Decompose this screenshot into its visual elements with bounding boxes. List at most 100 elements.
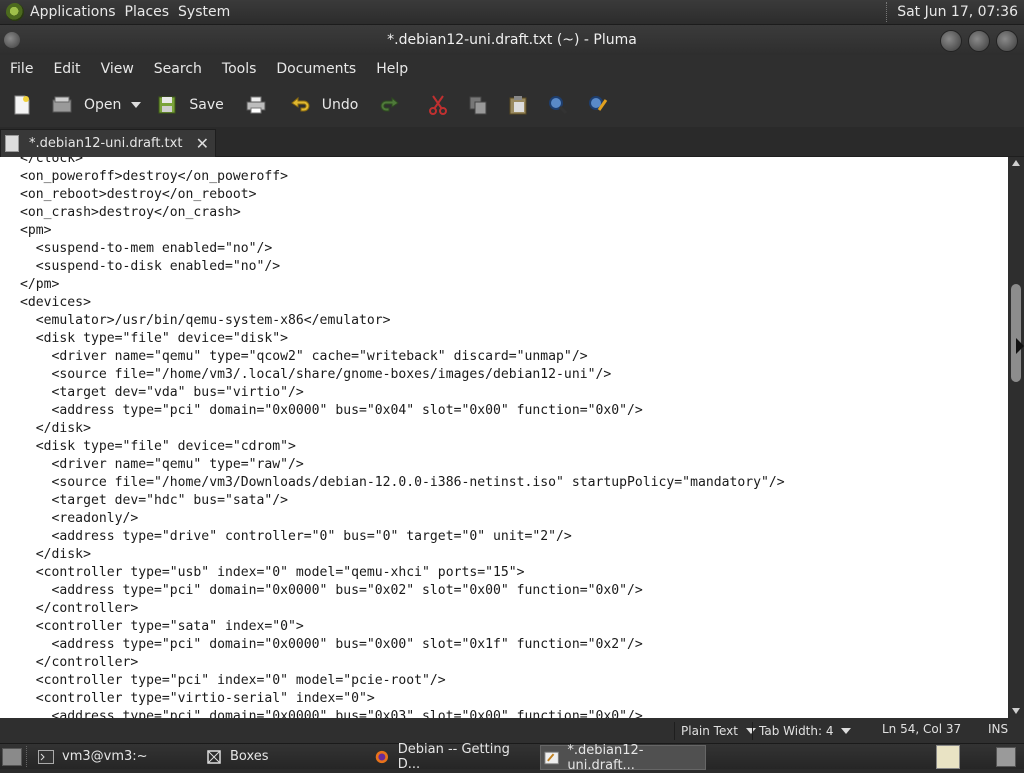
code-line[interactable]: <devices> (20, 294, 785, 312)
code-line[interactable]: <suspend-to-disk enabled="no"/> (20, 258, 785, 276)
menu-search[interactable]: Search (144, 61, 212, 77)
copy-icon (466, 93, 490, 117)
tab-width-dropdown[interactable]: Tab Width: 4 (752, 722, 852, 740)
menu-help[interactable]: Help (366, 61, 418, 77)
code-line[interactable]: <controller type="sata" index="0"> (20, 618, 785, 636)
undo-button[interactable]: Undo (282, 87, 365, 123)
tab-debian12-uni-draft[interactable]: *.debian12-uni.draft.txt ✕ (0, 129, 216, 157)
task-label: Debian -- Getting D... (397, 741, 510, 772)
close-button[interactable] (996, 30, 1018, 52)
code-line[interactable]: <on_poweroff>destroy</on_poweroff> (20, 168, 785, 186)
firefox-icon (375, 750, 388, 763)
pluma-icon (544, 751, 559, 764)
code-line[interactable]: </disk> (20, 420, 785, 438)
code-line[interactable]: <pm> (20, 222, 785, 240)
find-button[interactable] (540, 87, 576, 123)
editor-text[interactable]: </clock> <on_poweroff>destroy</on_powerof… (20, 157, 785, 718)
code-line[interactable]: <disk type="file" device="disk"> (20, 330, 785, 348)
minimize-button[interactable] (940, 30, 962, 52)
workspace-switcher[interactable] (996, 747, 1016, 767)
code-line[interactable]: </disk> (20, 546, 785, 564)
redo-button[interactable] (372, 87, 408, 123)
code-line[interactable]: <driver name="qemu" type="qcow2" cache="… (20, 348, 785, 366)
code-line[interactable]: <address type="drive" controller="0" bus… (20, 528, 785, 546)
code-line[interactable]: <suspend-to-mem enabled="no"/> (20, 240, 785, 258)
places-menu[interactable]: Places (125, 4, 179, 20)
menu-documents[interactable]: Documents (266, 61, 366, 77)
code-line[interactable]: <address type="pci" domain="0x0000" bus=… (20, 708, 785, 718)
save-label: Save (189, 97, 224, 113)
code-line[interactable]: <controller type="pci" index="0" model="… (20, 672, 785, 690)
code-line[interactable]: <address type="pci" domain="0x0000" bus=… (20, 636, 785, 654)
insert-mode: INS (988, 722, 1008, 736)
window-controls (940, 30, 1018, 52)
task-label: *.debian12-uni.draft... (567, 742, 644, 773)
code-line[interactable]: <controller type="virtio-serial" index="… (20, 690, 785, 708)
save-button[interactable]: Save (149, 87, 229, 123)
system-menu[interactable]: System (178, 4, 239, 20)
code-line[interactable]: <driver name="qemu" type="raw"/> (20, 456, 785, 474)
mate-logo-icon[interactable] (6, 3, 24, 21)
code-line[interactable]: <source file="/home/vm3/Downloads/debian… (20, 474, 785, 492)
show-desktop-icon[interactable] (2, 748, 22, 766)
find-replace-icon (586, 93, 610, 117)
window-titlebar[interactable]: *.debian12-uni.draft.txt (~) - Pluma (0, 25, 1024, 55)
task-pluma[interactable]: *.debian12-uni.draft... (540, 742, 706, 773)
code-line[interactable]: <controller type="usb" index="0" model="… (20, 564, 785, 582)
code-line[interactable]: <source file="/home/vm3/.local/share/gno… (20, 366, 785, 384)
menu-file[interactable]: File (0, 61, 43, 77)
toolbar: Open Save Undo (0, 83, 1024, 127)
code-line[interactable]: </controller> (20, 600, 785, 618)
panel-separator (26, 746, 28, 767)
task-terminal[interactable]: vm3@vm3:~ (38, 745, 198, 768)
code-line[interactable]: <address type="pci" domain="0x0000" bus=… (20, 582, 785, 600)
mouse-pointer-icon (1016, 338, 1024, 354)
cut-button[interactable] (420, 87, 456, 123)
code-line[interactable]: <disk type="file" device="cdrom"> (20, 438, 785, 456)
print-button[interactable] (238, 87, 274, 123)
code-line[interactable]: <readonly/> (20, 510, 785, 528)
clock[interactable]: Sat Jun 17, 07:36 (897, 4, 1024, 20)
code-line[interactable]: </pm> (20, 276, 785, 294)
paste-button[interactable] (500, 87, 536, 123)
scrollbar-thumb[interactable] (1011, 284, 1021, 382)
document-tabs: *.debian12-uni.draft.txt ✕ (0, 127, 1024, 157)
terminal-icon (38, 749, 54, 764)
panel-handle (886, 2, 891, 22)
paste-icon (506, 93, 530, 117)
task-firefox[interactable]: Debian -- Getting D... (374, 742, 534, 772)
code-line[interactable]: <address type="pci" domain="0x0000" bus=… (20, 402, 785, 420)
code-line[interactable]: <on_crash>destroy</on_crash> (20, 204, 785, 222)
code-line[interactable]: <emulator>/usr/bin/qemu-system-x86</emul… (20, 312, 785, 330)
open-dropdown-button[interactable] (127, 87, 145, 123)
close-tab-icon[interactable]: ✕ (196, 134, 209, 153)
notes-applet-icon[interactable] (936, 745, 960, 769)
open-button[interactable]: Open (44, 87, 127, 123)
find-replace-button[interactable] (580, 87, 616, 123)
top-panel: Applications Places System Sat Jun 17, 0… (0, 0, 1024, 25)
code-line[interactable]: </clock> (20, 157, 785, 168)
applications-menu[interactable]: Applications (30, 4, 125, 20)
text-editor[interactable]: </clock> <on_poweroff>destroy</on_powerof… (0, 157, 1008, 718)
window-menu-icon[interactable] (4, 32, 20, 48)
menu-view[interactable]: View (91, 61, 144, 77)
menubar: File Edit View Search Tools Documents He… (0, 55, 1024, 83)
code-line[interactable]: <target dev="hdc" bus="sata"/> (20, 492, 785, 510)
vertical-scrollbar[interactable] (1008, 157, 1024, 718)
copy-button[interactable] (460, 87, 496, 123)
cursor-position-label: Ln 54, Col 37 (882, 722, 962, 736)
scroll-up-icon[interactable] (1012, 160, 1020, 166)
code-line[interactable]: </controller> (20, 654, 785, 672)
task-boxes[interactable]: Boxes (206, 745, 366, 768)
menu-tools[interactable]: Tools (212, 61, 267, 77)
code-line[interactable]: <on_reboot>destroy</on_reboot> (20, 186, 785, 204)
text-document-icon (5, 135, 19, 152)
menu-edit[interactable]: Edit (43, 61, 90, 77)
undo-icon (288, 93, 312, 117)
find-icon (546, 93, 570, 117)
maximize-button[interactable] (968, 30, 990, 52)
syntax-dropdown[interactable]: Plain Text (674, 722, 756, 740)
code-line[interactable]: <target dev="vda" bus="virtio"/> (20, 384, 785, 402)
new-button[interactable] (4, 87, 40, 123)
scroll-down-icon[interactable] (1012, 708, 1020, 714)
